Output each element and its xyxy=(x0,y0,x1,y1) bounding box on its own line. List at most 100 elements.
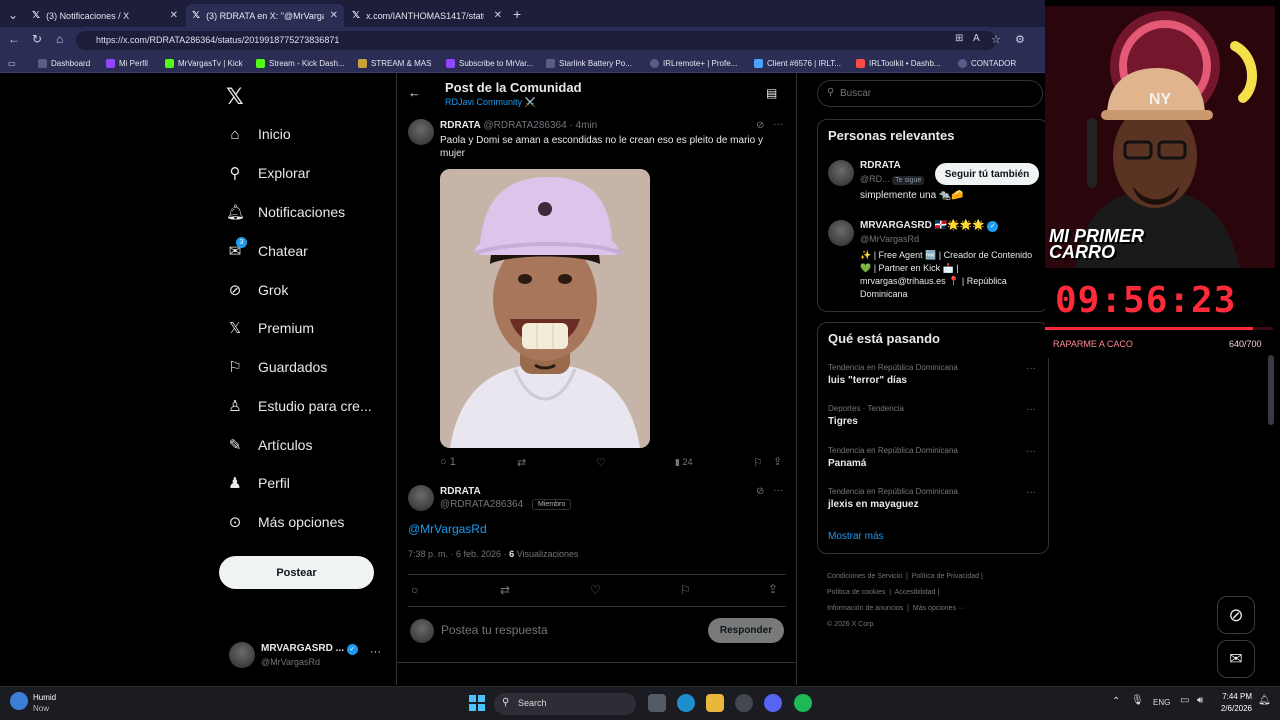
clock-time[interactable]: 7:44 PM xyxy=(1216,692,1252,701)
bookmark-icon[interactable]: ⚐ xyxy=(680,583,691,597)
bookmark-kick[interactable]: MrVargasTv | Kick xyxy=(165,55,243,72)
like-icon[interactable]: ♡ xyxy=(590,583,601,597)
reload-icon[interactable]: ↻ xyxy=(32,32,42,46)
obs-icon[interactable] xyxy=(735,694,753,712)
post-image[interactable] xyxy=(440,169,650,448)
views-action[interactable]: ▮ 24 xyxy=(675,457,692,468)
x-home-logo-icon[interactable]: 𝕏 xyxy=(226,84,244,110)
more-icon[interactable]: ··· xyxy=(1026,487,1036,498)
reply-input[interactable]: Postea tu respuesta xyxy=(441,623,691,637)
trend-item[interactable]: Tendencia en República Dominicana Panamá… xyxy=(828,446,1038,469)
grok-icon[interactable]: ⊘ xyxy=(756,486,764,497)
volume-icon[interactable]: 🔊︎ xyxy=(1197,695,1203,706)
weather-icon[interactable] xyxy=(10,692,28,710)
new-tab-icon[interactable]: + xyxy=(513,6,521,22)
repost-icon[interactable]: ⇄ xyxy=(517,456,526,469)
bookmarks-folder-icon[interactable]: ▭ xyxy=(8,55,16,72)
grok-icon[interactable]: ⊘ xyxy=(756,120,764,131)
home-icon[interactable]: ⌂ xyxy=(56,32,63,46)
tab-notifications[interactable]: 𝕏 (3) Notificaciones / X ✕ xyxy=(26,4,184,27)
reply-button[interactable]: Responder xyxy=(708,618,784,643)
author-name[interactable]: RDRATA xyxy=(440,486,481,497)
network-icon[interactable]: ▭ xyxy=(1180,695,1189,706)
bookmark-dashboard[interactable]: Dashboard xyxy=(38,55,90,72)
bookmark-client[interactable]: Client #6576 | IRLT... xyxy=(754,55,841,72)
share-icon[interactable]: ⇪ xyxy=(768,582,778,596)
more-icon[interactable]: ··· xyxy=(773,485,783,496)
footer-link[interactable]: Información de anuncios xyxy=(827,605,903,612)
weather-title[interactable]: Humid xyxy=(33,693,56,702)
mention-link[interactable]: @MrVargasRd xyxy=(408,522,487,536)
person-name[interactable]: MRVARGASRD 🇩🇴🌟🌟🌟 ✓ xyxy=(860,220,999,232)
discord-icon[interactable] xyxy=(764,694,782,712)
nav-item-mas-opciones[interactable]: ⊙ Más opciones xyxy=(226,507,345,537)
back-icon[interactable]: ← xyxy=(8,32,20,46)
taskbar-search[interactable]: ⚲ Search xyxy=(494,693,636,715)
messages-floating-button[interactable]: ✉ xyxy=(1217,640,1255,678)
more-icon[interactable]: ··· xyxy=(1026,446,1036,457)
footer-link[interactable]: Accesibilidad xyxy=(895,589,936,596)
bookmark-starlink[interactable]: Starlink Battery Po... xyxy=(546,55,632,72)
more-icon[interactable]: ··· xyxy=(370,646,381,658)
notification-bell-icon[interactable]: 🔔︎ xyxy=(1258,695,1271,706)
bookmark-contador[interactable]: CONTADOR xyxy=(958,55,1016,72)
tab-rdrata-post[interactable]: 𝕏 (3) RDRATA en X: "@MrVargasRd" ✕ xyxy=(186,4,344,27)
tab-ianthomas-status[interactable]: 𝕏 x.com/IANTHOMAS1417/status/20 ✕ xyxy=(346,4,508,27)
show-more-link[interactable]: Mostrar más xyxy=(828,531,884,542)
nav-item-inicio[interactable]: ⌂ Inicio xyxy=(226,119,290,149)
footer-link[interactable]: Condiciones de Servicio xyxy=(827,573,902,580)
chevron-up-icon[interactable]: ⌃ xyxy=(1112,696,1120,707)
author-name[interactable]: RDRATA xyxy=(440,120,481,131)
read-aloud-icon[interactable]: A xyxy=(973,33,980,44)
close-icon[interactable]: ✕ xyxy=(170,10,178,21)
trend-item[interactable]: Tendencia en República Dominicana jlexis… xyxy=(828,487,1038,510)
back-arrow-icon[interactable]: ← xyxy=(408,85,421,100)
bookmark-subscribe[interactable]: Subscribe to MrVar... xyxy=(446,55,533,72)
tab-list-icon[interactable]: ⌄ xyxy=(8,8,18,22)
repost-icon[interactable]: ⇄ xyxy=(500,583,510,597)
author-handle[interactable]: @RDRATA286364 xyxy=(440,499,523,510)
bookmark-stream-mas[interactable]: STREAM & MAS xyxy=(358,55,431,72)
language-indicator[interactable]: ENG xyxy=(1153,698,1170,707)
avatar[interactable] xyxy=(828,160,854,186)
nav-item-estudio[interactable]: ♙ Estudio para cre... xyxy=(226,391,371,421)
trend-item[interactable]: Deportes · Tendencia Tigres ··· xyxy=(828,404,1038,427)
close-icon[interactable]: ✕ xyxy=(330,10,338,21)
reader-icon[interactable]: ▤ xyxy=(766,86,777,100)
account-switcher[interactable]: MRVARGASRD ... ✓ @MrVargasRd ··· xyxy=(226,640,396,672)
trend-item[interactable]: Tendencia en República Dominicana luis "… xyxy=(828,363,1038,386)
post-button[interactable]: Postear xyxy=(219,556,374,589)
start-icon[interactable] xyxy=(469,695,485,711)
bookmark-mi-perfil[interactable]: Mi Perfil xyxy=(106,55,148,72)
url-field[interactable]: https://x.com/RDRATA286364/status/201991… xyxy=(76,31,996,50)
nav-item-guardados[interactable]: ⚐ Guardados xyxy=(226,352,327,382)
edge-icon[interactable] xyxy=(677,694,695,712)
favorite-star-icon[interactable]: ☆ xyxy=(991,33,1001,46)
nav-item-chatear[interactable]: ✉ 3 Chatear xyxy=(226,236,308,266)
bookmark-irltoolkit[interactable]: IRLToolkit • Dashb... xyxy=(856,55,941,72)
person-name[interactable]: RDRATA xyxy=(860,160,901,171)
avatar[interactable] xyxy=(408,119,434,145)
grok-floating-button[interactable]: ⊘ xyxy=(1217,596,1255,634)
microphone-icon[interactable]: 🎙︎ xyxy=(1131,695,1144,706)
nav-item-notificaciones[interactable]: 🔔︎ Notificaciones xyxy=(226,197,345,227)
search-box[interactable]: ⚲ Buscar xyxy=(817,80,1043,107)
nav-item-premium[interactable]: 𝕏 Premium xyxy=(226,313,314,343)
search-input[interactable]: Buscar xyxy=(840,88,871,99)
spotify-icon[interactable] xyxy=(794,694,812,712)
reply-icon[interactable]: ○ xyxy=(411,583,418,597)
avatar[interactable] xyxy=(828,220,854,246)
file-explorer-icon[interactable] xyxy=(706,694,724,712)
nav-item-grok[interactable]: ⊘ Grok xyxy=(226,275,289,305)
author-handle[interactable]: @RDRATA286364 xyxy=(484,120,567,131)
close-icon[interactable]: ✕ xyxy=(494,10,502,21)
footer-link[interactable]: Más opciones ··· xyxy=(913,605,965,612)
like-icon[interactable]: ♡ xyxy=(596,456,606,469)
bookmark-icon[interactable]: ⚐ xyxy=(753,456,763,469)
bookmark-stream-kick[interactable]: Stream - Kick Dash... xyxy=(256,55,345,72)
follow-back-button[interactable]: Seguir tú también xyxy=(935,163,1039,185)
more-icon[interactable]: ··· xyxy=(1026,363,1036,374)
more-icon[interactable]: ··· xyxy=(1026,404,1036,415)
scrollbar[interactable] xyxy=(1268,355,1274,425)
share-icon[interactable]: ⇪ xyxy=(773,455,782,468)
